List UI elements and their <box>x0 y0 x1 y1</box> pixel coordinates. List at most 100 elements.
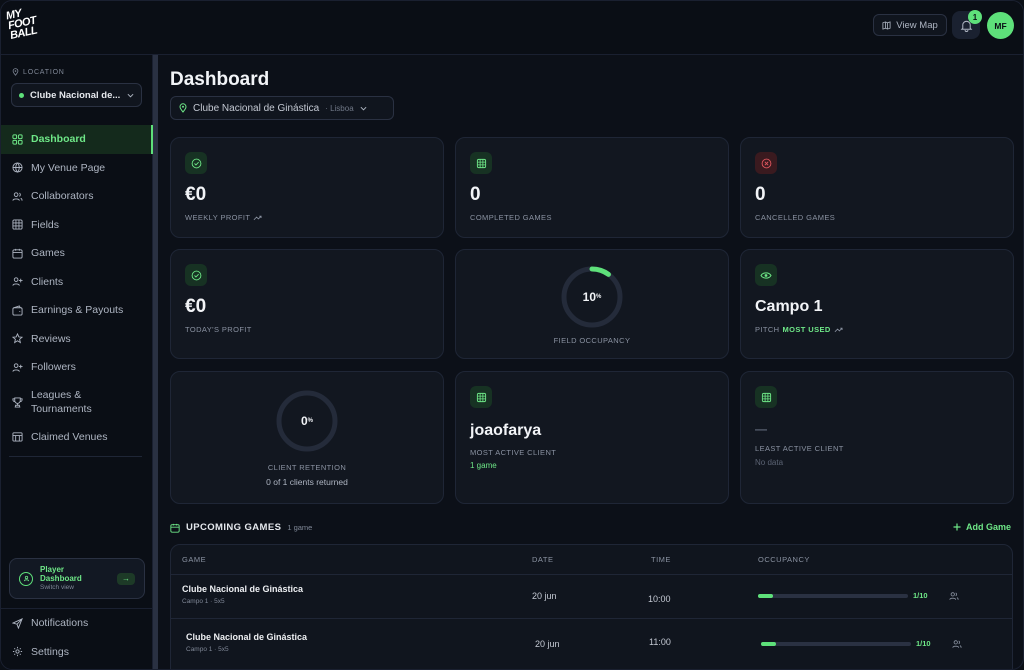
grid-table-icon <box>755 386 777 408</box>
sidebar-item-reviews[interactable]: Reviews <box>1 325 153 354</box>
page-title: Dashboard <box>170 69 270 90</box>
sidebar-item-label: Claimed Venues <box>31 430 108 443</box>
sidebar-item-claimed-venues[interactable]: Claimed Venues <box>1 423 153 452</box>
pin-icon <box>179 103 187 113</box>
check-circle-icon <box>185 264 207 286</box>
occupancy-bar-fill <box>761 642 776 646</box>
player-icon <box>19 571 33 586</box>
player-dashboard-title: Dashboard <box>40 574 82 583</box>
sidebar-item-notifications[interactable]: Notifications <box>1 609 153 638</box>
sidebar-item-games[interactable]: Games <box>1 239 153 268</box>
sidebar-nav: Dashboard My Venue Page Collaborators Fi… <box>1 125 153 451</box>
table-row[interactable]: Clube Nacional de Ginástica Campo 1 · 5x… <box>171 618 1012 669</box>
x-circle-icon <box>755 152 777 174</box>
sidebar-item-collaborators[interactable]: Collaborators <box>1 182 153 211</box>
gear-icon <box>12 646 23 657</box>
user-plus-icon <box>12 276 23 287</box>
brand-logo[interactable]: MY FOOT BALL <box>5 3 53 52</box>
sidebar-item-settings[interactable]: Settings <box>1 638 153 667</box>
sidebar-item-followers[interactable]: Followers <box>1 353 153 382</box>
user-add-icon <box>12 362 23 373</box>
location-select[interactable]: Clube Nacional de... <box>11 83 142 107</box>
check-circle-icon <box>185 152 207 174</box>
sidebar-item-my-venue-page[interactable]: My Venue Page <box>1 154 153 183</box>
users-icon[interactable] <box>952 639 962 649</box>
game-name: Clube Nacional de Ginástica <box>182 584 304 594</box>
column-header-date: DATE <box>532 555 554 564</box>
sidebar-divider <box>9 456 142 457</box>
trend-up-icon <box>253 215 262 220</box>
weekly-profit-label-text: WEEKLY PROFIT <box>185 213 251 222</box>
location-label: LOCATION <box>12 68 65 76</box>
completed-games-value: 0 <box>470 184 481 205</box>
main-content: Dashboard Clube Nacional de Ginástica · … <box>158 55 1023 669</box>
sidebar-item-label: Reviews <box>31 332 71 345</box>
occupancy-percent: 10% <box>559 264 625 330</box>
weekly-profit-value: €0 <box>185 184 207 205</box>
view-map-label: View Map <box>896 19 938 31</box>
location-label-text: LOCATION <box>23 68 65 76</box>
sidebar-item-label: Games <box>31 247 65 260</box>
player-dashboard-switch[interactable]: Player Dashboard Switch view → <box>9 558 145 599</box>
occupancy-bar <box>758 594 908 598</box>
status-dot <box>19 92 24 98</box>
grid-icon <box>12 134 23 145</box>
building-icon <box>12 431 23 442</box>
least-active-client-sub: No data <box>755 458 784 467</box>
weekly-profit-label: WEEKLY PROFIT <box>185 213 262 222</box>
arrow-right-icon[interactable]: → <box>117 572 135 585</box>
column-header-occupancy: OCCUPANCY <box>758 555 810 564</box>
cancelled-games-card: 0 CANCELLED GAMES <box>740 137 1014 238</box>
most-active-client-value: joaofarya <box>470 422 542 439</box>
weekly-profit-card: €0 WEEKLY PROFIT <box>170 137 444 238</box>
upcoming-games-title: UPCOMING GAMES <box>186 522 282 533</box>
sidebar-item-dashboard[interactable]: Dashboard <box>1 125 153 154</box>
field-occupancy-card: 10% FIELD OCCUPANCY <box>455 249 729 359</box>
player-dashboard-text: Player Dashboard Switch view <box>40 565 110 592</box>
view-map-button[interactable]: View Map <box>873 14 947 36</box>
client-retention-card: 0% CLIENT RETENTION 0 of 1 clients retur… <box>170 371 444 504</box>
completed-games-label: COMPLETED GAMES <box>470 213 552 222</box>
user-avatar[interactable]: MF <box>987 12 1014 39</box>
occupancy-unit: % <box>596 294 602 300</box>
todays-profit-label: TODAY'S PROFIT <box>185 325 252 334</box>
game-date: 20 jun <box>532 591 557 601</box>
top-bar: MY FOOT BALL View Map 1 MF <box>1 1 1023 55</box>
sidebar-item-earnings-payouts[interactable]: Earnings & Payouts <box>1 296 153 325</box>
occupancy-value: 10 <box>582 290 596 304</box>
eye-icon <box>755 264 777 286</box>
sidebar-item-leagues-tournaments[interactable]: Leagues & Tournaments <box>1 382 153 423</box>
player-dashboard-subtitle: Switch view <box>40 584 74 591</box>
table-row[interactable]: Clube Nacional de Ginástica Campo 1 · 5x… <box>171 574 1012 618</box>
upcoming-games-header: UPCOMING GAMES 1 game <box>170 522 312 533</box>
column-header-time: TIME <box>651 555 671 564</box>
most-active-client-card: joaofarya MOST ACTIVE CLIENT 1 game <box>455 371 729 504</box>
upcoming-games-table: GAME DATE TIME OCCUPANCY Clube Nacional … <box>170 544 1013 669</box>
table-icon <box>12 219 23 230</box>
least-active-client-label: LEAST ACTIVE CLIENT <box>755 444 844 453</box>
todays-profit-value: €0 <box>185 296 207 317</box>
calendar-icon <box>170 523 180 533</box>
sidebar-item-clients[interactable]: Clients <box>1 268 153 297</box>
add-game-button[interactable]: Add Game <box>953 522 1011 532</box>
sidebar-item-label: Earnings & Payouts <box>31 304 124 317</box>
plus-icon <box>953 523 961 531</box>
venue-name: Clube Nacional de Ginástica <box>193 102 320 114</box>
trend-up-icon <box>834 327 843 332</box>
client-retention-label: CLIENT RETENTION <box>267 463 347 472</box>
users-icon[interactable] <box>949 591 959 601</box>
sidebar: LOCATION Clube Nacional de... Dashboard … <box>1 55 153 669</box>
retention-value: 0 <box>300 414 308 428</box>
column-header-game: GAME <box>182 555 207 564</box>
venue-select[interactable]: Clube Nacional de Ginástica · Lisboa <box>170 96 394 120</box>
most-active-client-games: 1 game <box>470 461 497 470</box>
app-window: MY FOOT BALL View Map 1 MF LOCATION Club… <box>0 0 1024 670</box>
sidebar-item-fields[interactable]: Fields <box>1 211 153 240</box>
wallet-icon <box>12 305 23 316</box>
sidebar-item-label: Collaborators <box>31 190 94 203</box>
sidebar-bottom: Notifications Settings <box>1 609 153 666</box>
venue-city: · Lisboa <box>325 103 354 113</box>
pitch-label-highlight: MOST USED <box>782 325 831 334</box>
retention-unit: % <box>307 418 314 424</box>
player-dashboard-title: Player <box>40 565 65 574</box>
